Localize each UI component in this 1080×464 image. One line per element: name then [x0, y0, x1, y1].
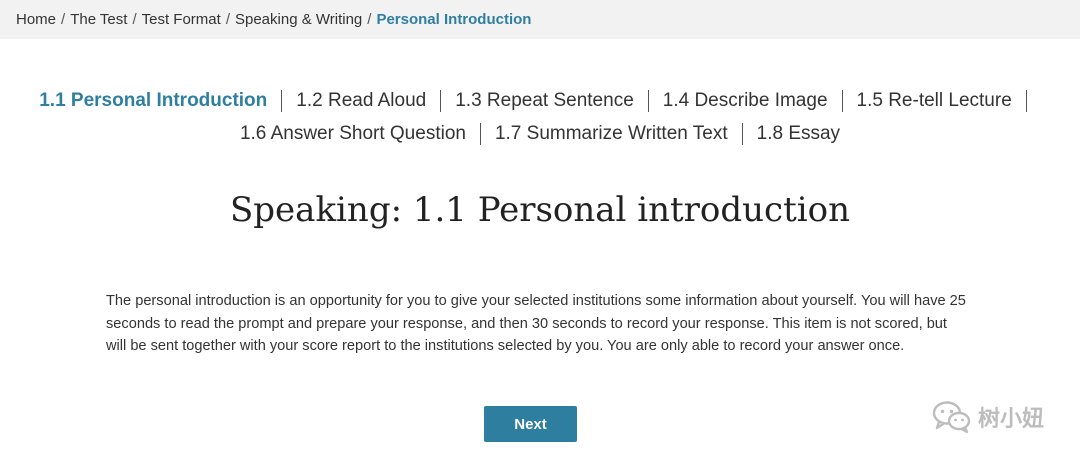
breadcrumb-test-format[interactable]: Test Format: [142, 11, 221, 28]
breadcrumb-separator: /: [367, 11, 372, 28]
breadcrumb-separator: /: [225, 11, 230, 28]
breadcrumb-home[interactable]: Home: [16, 11, 56, 28]
subnav-divider: [479, 122, 481, 145]
subnav-item-summarize-written-text[interactable]: 1.7 Summarize Written Text: [495, 117, 728, 150]
section-subnav: 1.1 Personal Introduction 1.2 Read Aloud…: [30, 84, 1050, 150]
wechat-icon: [932, 400, 972, 434]
breadcrumb: Home / The Test / Test Format / Speaking…: [0, 0, 1080, 39]
subnav-item-repeat-sentence[interactable]: 1.3 Repeat Sentence: [455, 84, 634, 117]
breadcrumb-speaking-writing[interactable]: Speaking & Writing: [235, 11, 362, 28]
subnav-divider: [647, 89, 649, 112]
subnav-divider: [741, 122, 743, 145]
subnav-divider: [1025, 89, 1027, 112]
subnav-divider: [440, 89, 442, 112]
next-button[interactable]: Next: [484, 406, 577, 442]
watermark: 树小妞: [932, 400, 1044, 434]
breadcrumb-the-test[interactable]: The Test: [70, 11, 127, 28]
subnav-divider: [281, 89, 283, 112]
subnav-row-2: 1.6 Answer Short Question 1.7 Summarize …: [30, 117, 1050, 150]
watermark-text: 树小妞: [977, 407, 1044, 432]
breadcrumb-separator: /: [132, 11, 137, 28]
subnav-item-personal-introduction[interactable]: 1.1 Personal Introduction: [39, 84, 267, 117]
subnav-item-essay[interactable]: 1.8 Essay: [757, 117, 840, 150]
subnav-row-1: 1.1 Personal Introduction 1.2 Read Aloud…: [30, 84, 1050, 117]
page-title: Speaking: 1.1 Personal introduction: [230, 190, 850, 230]
subnav-item-read-aloud[interactable]: 1.2 Read Aloud: [296, 84, 426, 117]
subnav-divider: [841, 89, 843, 112]
subnav-item-retell-lecture[interactable]: 1.5 Re-tell Lecture: [857, 84, 1012, 117]
subnav-item-describe-image[interactable]: 1.4 Describe Image: [663, 84, 828, 117]
breadcrumb-current: Personal Introduction: [376, 11, 532, 28]
description-text: The personal introduction is an opportun…: [106, 293, 966, 354]
subnav-item-answer-short-question[interactable]: 1.6 Answer Short Question: [240, 117, 466, 150]
breadcrumb-separator: /: [61, 11, 66, 28]
